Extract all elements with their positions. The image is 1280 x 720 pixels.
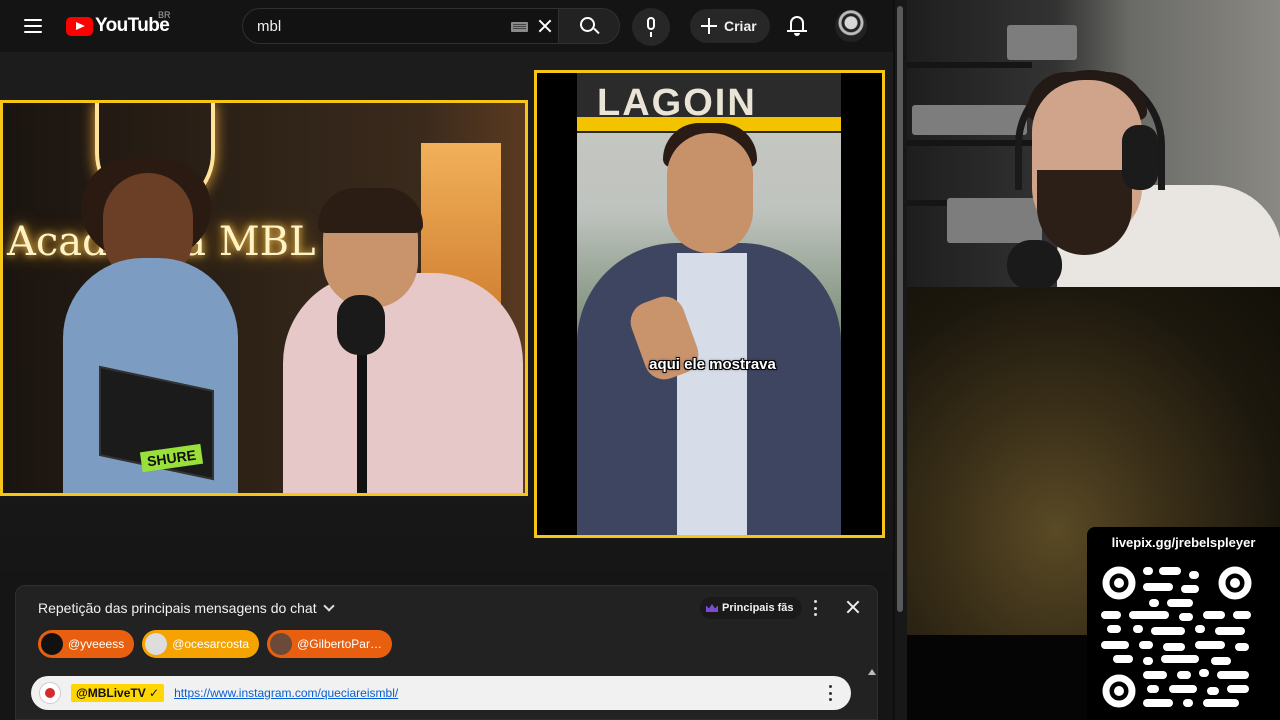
avatar [270,633,293,655]
ticker-name: @yveeess [68,637,125,651]
youtube-page: YouTube BR Criar Academia MBL [0,0,893,720]
create-label: Criar [724,18,757,34]
model-toy [1007,25,1077,60]
clear-search-icon[interactable] [534,15,556,37]
top-fans-button[interactable]: Principais fãs [700,597,802,619]
video-frame-podcast: Academia MBL SHURE [0,100,528,496]
streamer-webcam [907,0,1280,287]
keyboard-icon[interactable] [511,22,528,32]
account-avatar[interactable] [835,10,867,42]
chat-more-options-icon[interactable] [812,600,818,616]
microphone-icon [647,17,655,30]
avatar [39,682,61,704]
pinned-message: @MBLiveTV ✓ https://www.instagram.com/qu… [31,676,851,710]
country-code: BR [158,10,171,20]
chat-scroll-up-icon[interactable] [868,669,876,679]
search-box [242,8,558,44]
video-player[interactable]: Academia MBL SHURE LAGOIN aqui [0,52,893,572]
crown-icon [706,604,718,612]
ticker-item[interactable]: @yveeess [38,630,135,658]
youtube-logo[interactable]: YouTube [66,14,170,38]
video-frame-clip: LAGOIN aqui ele mostrava [534,70,885,538]
model-toy [947,198,1042,243]
search-button[interactable] [558,8,620,44]
video-caption: aqui ele mostrava [537,356,882,373]
youtube-play-icon [66,16,93,36]
pinned-author[interactable]: @MBLiveTV ✓ [71,684,165,702]
ticker-item[interactable]: @GilbertoPar… [267,630,392,658]
notifications-bell-icon[interactable] [782,11,812,41]
create-button[interactable]: Criar [690,9,770,43]
search-input[interactable] [257,9,497,43]
search-icon [580,17,595,32]
donation-qr-panel: livepix.gg/jrebelspleyer [1087,527,1280,720]
hamburger-menu-icon[interactable] [17,10,49,42]
chat-title: Repetição das principais mensagens do ch… [38,600,317,616]
ticker-name: @ocesarcosta [172,637,250,651]
avatar [41,633,63,655]
ticker-item[interactable]: @ocesarcosta [142,630,260,658]
chat-mode-dropdown[interactable]: Repetição das principais mensagens do ch… [38,600,335,616]
masthead: YouTube BR Criar [0,0,893,52]
top-fans-label: Principais fãs [722,602,794,614]
qr-url-label: livepix.gg/jrebelspleyer [1111,535,1256,550]
scrollbar-thumb[interactable] [897,6,903,612]
live-chat-replay: Repetição das principais mensagens do ch… [15,585,878,720]
pinned-more-options-icon[interactable] [827,685,833,701]
streamer-microphone [1007,240,1062,287]
page-scrollbar[interactable] [895,0,907,720]
avatar [145,633,168,655]
pinned-link[interactable]: https://www.instagram.com/queciareismbl/ [174,686,398,700]
podcast-microphone [337,295,385,355]
caption-part-1: aqui ele [649,356,710,373]
ticker-name: @GilbertoPar… [297,637,382,651]
plus-icon [700,17,718,35]
super-chat-tickers: @yveeess @ocesarcosta @GilbertoPar… [38,630,392,658]
speaker-man [667,133,753,253]
chevron-down-icon [322,600,335,612]
caption-part-2: mostrava [709,356,776,373]
qr-code [1099,563,1255,711]
close-chat-icon[interactable] [843,597,863,617]
model-toy [912,105,1027,135]
voice-search-button[interactable] [632,8,670,46]
